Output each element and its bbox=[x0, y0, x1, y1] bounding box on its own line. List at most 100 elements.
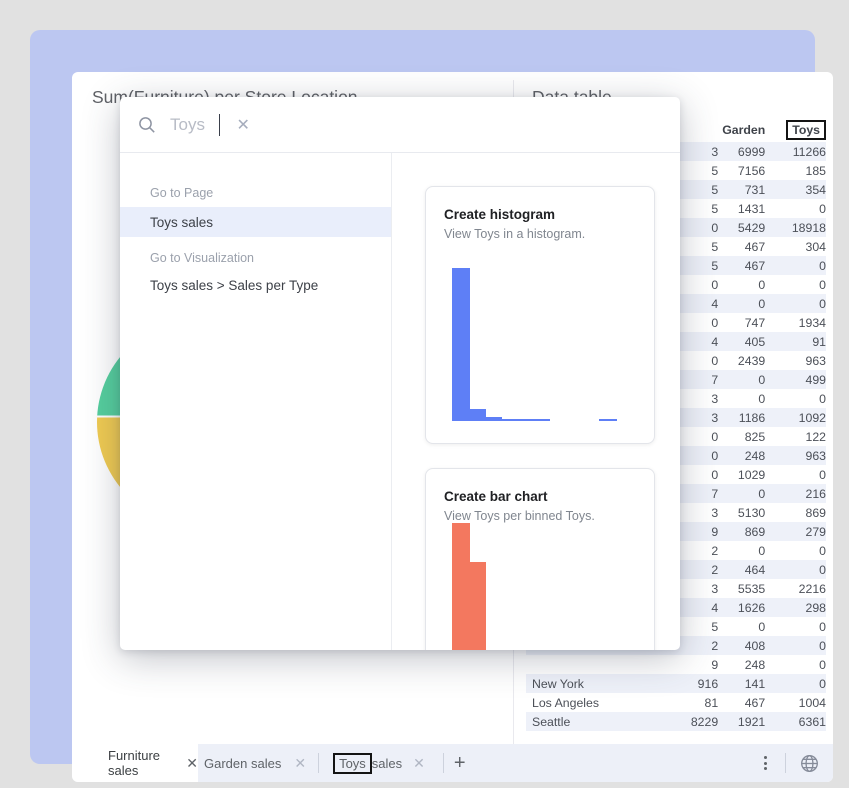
mini-chart-bar bbox=[486, 417, 502, 421]
search-input[interactable]: Toys bbox=[170, 115, 205, 135]
table-cell: 1004 bbox=[765, 696, 826, 710]
table-cell: 0 bbox=[718, 373, 765, 387]
table-cell: 298 bbox=[765, 601, 826, 615]
table-cell: 0 bbox=[718, 544, 765, 558]
table-cell: 6361 bbox=[765, 715, 826, 729]
table-cell: 869 bbox=[765, 506, 826, 520]
text-caret bbox=[219, 114, 221, 136]
table-cell: 0 bbox=[765, 544, 826, 558]
create-histogram-card[interactable]: Create histogram View Toys in a histogra… bbox=[425, 186, 655, 444]
table-cell: 248 bbox=[718, 449, 765, 463]
table-cell: 8229 bbox=[642, 715, 718, 729]
table-cell: 464 bbox=[718, 563, 765, 577]
table-cell: 731 bbox=[718, 183, 765, 197]
table-cell: 963 bbox=[765, 354, 826, 368]
table-cell: 2439 bbox=[718, 354, 765, 368]
result-toys-sales-page[interactable]: Toys sales bbox=[120, 207, 391, 237]
card-description: View Toys in a histogram. bbox=[444, 227, 654, 241]
table-cell: 405 bbox=[718, 335, 765, 349]
table-cell: 7156 bbox=[718, 164, 765, 178]
table-cell: 825 bbox=[718, 430, 765, 444]
add-sheet-button[interactable]: + bbox=[454, 752, 466, 775]
table-cell: 0 bbox=[765, 392, 826, 406]
search-results-list: Go to Page Toys sales Go to Visualizatio… bbox=[120, 153, 392, 650]
table-cell: 0 bbox=[765, 468, 826, 482]
mini-chart-bar bbox=[452, 523, 470, 650]
mini-chart-bar bbox=[470, 409, 486, 421]
table-cell: Seattle bbox=[526, 715, 642, 729]
tab-toys-sales[interactable]: Toys sales ✕ bbox=[333, 753, 425, 774]
mini-chart-bar bbox=[502, 419, 550, 421]
table-cell: 467 bbox=[718, 259, 765, 273]
table-cell: 185 bbox=[765, 164, 826, 178]
table-cell: 0 bbox=[718, 487, 765, 501]
column-header-garden[interactable]: Garden bbox=[718, 123, 765, 137]
table-row[interactable]: New York9161410 bbox=[526, 674, 826, 693]
table-cell: 747 bbox=[718, 316, 765, 330]
table-cell: 81 bbox=[642, 696, 718, 710]
table-cell: 0 bbox=[765, 639, 826, 653]
search-bar[interactable]: Toys ✕ bbox=[120, 97, 680, 153]
table-cell: 1186 bbox=[718, 411, 765, 425]
table-cell: 1431 bbox=[718, 202, 765, 216]
mini-chart-bar bbox=[599, 419, 617, 421]
table-cell: 5429 bbox=[718, 221, 765, 235]
column-header-toys[interactable]: Toys bbox=[765, 123, 826, 137]
table-cell: 0 bbox=[765, 259, 826, 273]
suggestion-cards: Create histogram View Toys in a histogra… bbox=[392, 153, 680, 650]
table-cell: 467 bbox=[718, 696, 765, 710]
bar-chart-preview bbox=[444, 541, 640, 650]
table-cell: 0 bbox=[718, 620, 765, 634]
mini-chart-bar bbox=[470, 562, 486, 650]
close-icon[interactable]: ✕ bbox=[294, 755, 306, 772]
create-bar-chart-card[interactable]: Create bar chart View Toys per binned To… bbox=[425, 468, 655, 650]
clear-search-icon[interactable]: ✕ bbox=[236, 115, 249, 135]
table-cell: Los Angeles bbox=[526, 696, 642, 710]
tab-garden-sales[interactable]: Garden sales ✕ bbox=[204, 755, 306, 772]
table-cell: 467 bbox=[718, 240, 765, 254]
table-cell: 354 bbox=[765, 183, 826, 197]
close-icon[interactable]: ✕ bbox=[413, 755, 425, 772]
table-cell: 0 bbox=[718, 392, 765, 406]
search-icon bbox=[138, 116, 156, 134]
search-results-body: Go to Page Toys sales Go to Visualizatio… bbox=[120, 153, 680, 650]
table-cell: New York bbox=[526, 677, 642, 691]
table-cell: 91 bbox=[765, 335, 826, 349]
table-row[interactable]: 92480 bbox=[526, 655, 826, 674]
table-cell: 9 bbox=[642, 658, 718, 672]
table-cell: 1934 bbox=[765, 316, 826, 330]
close-icon[interactable]: ✕ bbox=[186, 755, 198, 772]
tab-bar-actions bbox=[760, 752, 833, 774]
table-cell: 0 bbox=[765, 563, 826, 577]
table-cell: 248 bbox=[718, 658, 765, 672]
tab-separator bbox=[318, 753, 319, 773]
tab-label: sales bbox=[372, 756, 402, 771]
table-cell: 0 bbox=[718, 278, 765, 292]
table-cell: 869 bbox=[718, 525, 765, 539]
table-cell: 1092 bbox=[765, 411, 826, 425]
table-cell: 5535 bbox=[718, 582, 765, 596]
table-cell: 963 bbox=[765, 449, 826, 463]
result-toys-sales-visualization[interactable]: Toys sales > Sales per Type bbox=[120, 270, 391, 300]
section-label-visualization: Go to Visualization bbox=[120, 250, 391, 266]
globe-icon[interactable] bbox=[800, 754, 819, 773]
table-cell: 6999 bbox=[718, 145, 765, 159]
table-cell: 2216 bbox=[765, 582, 826, 596]
card-title: Create histogram bbox=[444, 207, 654, 222]
table-cell: 0 bbox=[765, 677, 826, 691]
histogram-preview bbox=[444, 259, 640, 421]
annotation-box: Toys bbox=[333, 753, 372, 774]
table-cell: 916 bbox=[642, 677, 718, 691]
table-cell: 122 bbox=[765, 430, 826, 444]
table-row[interactable]: Seattle822919216361 bbox=[526, 712, 826, 731]
table-cell: 5130 bbox=[718, 506, 765, 520]
kebab-icon[interactable] bbox=[760, 752, 771, 774]
table-cell: 216 bbox=[765, 487, 826, 501]
tab-label: Furniture sales bbox=[108, 748, 173, 778]
tab-furniture-sales[interactable]: Furniture sales ✕ bbox=[72, 744, 198, 782]
card-description: View Toys per binned Toys. bbox=[444, 509, 654, 523]
table-cell: 0 bbox=[765, 620, 826, 634]
table-cell: 18918 bbox=[765, 221, 826, 235]
table-cell: 0 bbox=[718, 297, 765, 311]
table-row[interactable]: Los Angeles814671004 bbox=[526, 693, 826, 712]
